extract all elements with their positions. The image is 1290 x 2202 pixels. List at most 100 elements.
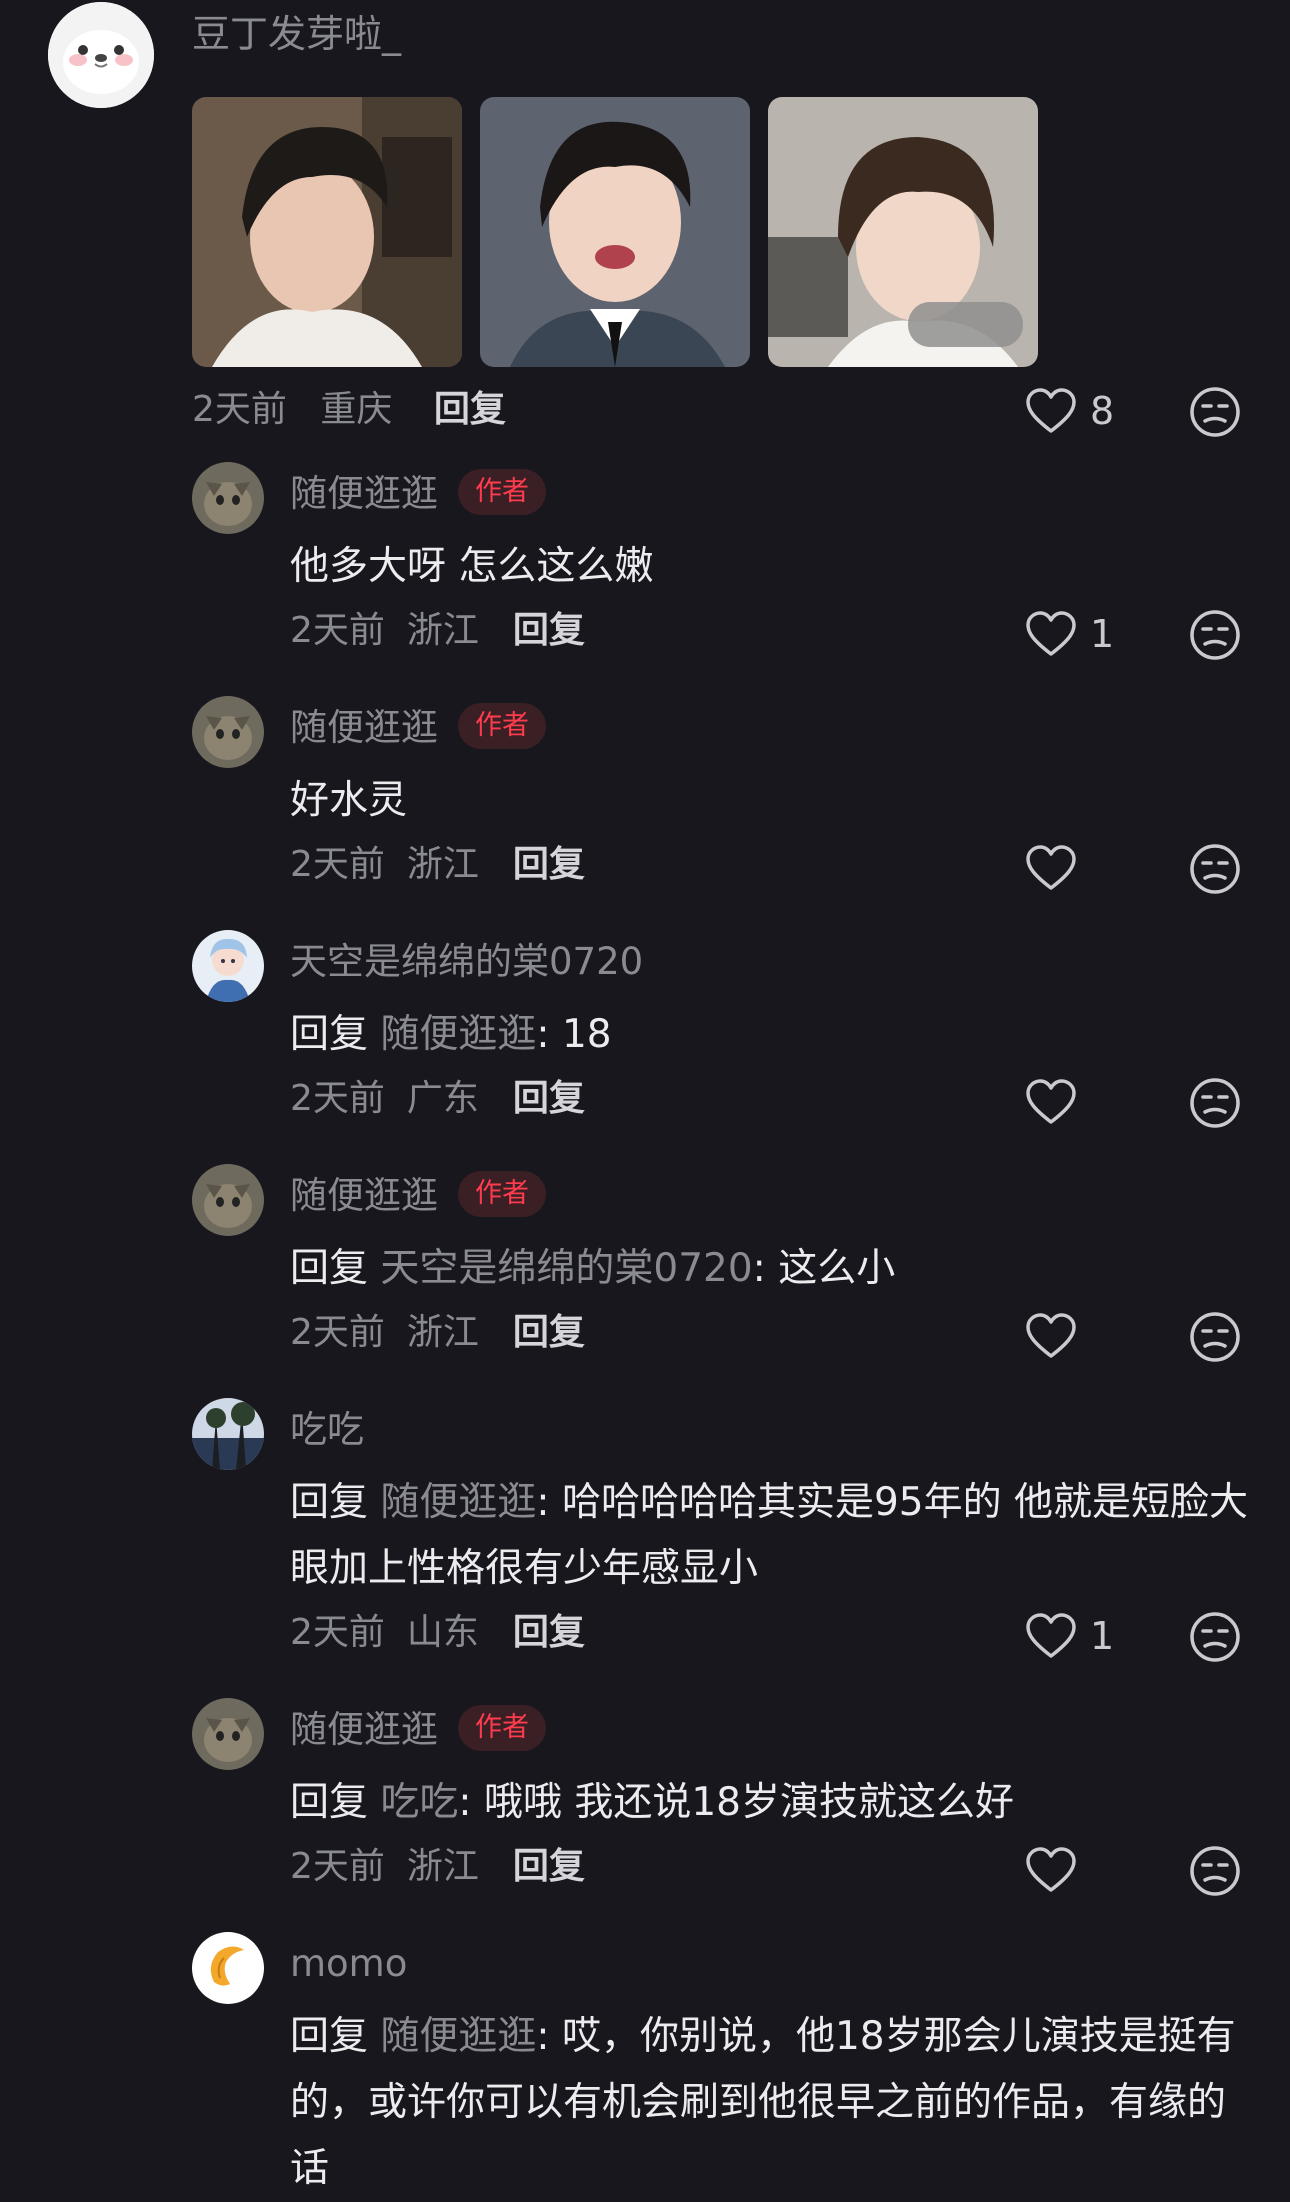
avatar[interactable] <box>192 462 264 534</box>
reply-time: 2天前 <box>290 844 385 885</box>
reply-username-row: 随便逛逛 作者 <box>290 468 546 520</box>
heart-outline-icon <box>1026 1613 1076 1658</box>
unamused-face-icon <box>1190 610 1240 660</box>
reply-target[interactable]: 随便逛逛 <box>380 2014 536 2059</box>
reply-target[interactable]: 天空是绵绵的棠0720 <box>380 1246 752 1291</box>
avatar[interactable] <box>192 696 264 768</box>
dislike-button[interactable] <box>1188 1310 1242 1364</box>
dislike-button[interactable] <box>1188 1610 1242 1664</box>
unamused-face-icon <box>1190 1846 1240 1896</box>
reply-text: 回复 随便逛逛: 哈哈哈哈哈其实是95年的 他就是短脸大眼加上性格很有少年感显小 <box>290 1470 1250 1602</box>
reply-location: 广东 <box>406 1078 479 1119</box>
reply-body: : 哦哦 我还说18岁演技就这么好 <box>458 1780 1014 1825</box>
comment-meta: 2天前 重庆 回复 <box>192 385 506 435</box>
reply-time: 2天前 <box>290 1846 385 1887</box>
reply-text: 回复 天空是绵绵的棠0720: 这么小 <box>290 1236 1250 1302</box>
reply-text: 好水灵 <box>290 768 1250 834</box>
like-count: 1 <box>1090 612 1115 656</box>
avatar[interactable] <box>192 1398 264 1470</box>
reply-button[interactable]: 回复 <box>513 1612 585 1653</box>
reply-time: 2天前 <box>290 610 385 651</box>
reply-text: 回复 随便逛逛: 18 <box>290 1002 1250 1068</box>
reply-meta: 2天前 浙江 回复 <box>290 840 585 890</box>
author-badge: 作者 <box>458 469 546 515</box>
reply-body: : 这么小 <box>752 1246 896 1291</box>
heart-outline-icon <box>1026 1079 1076 1124</box>
reply-body: 他多大呀 怎么这么嫩 <box>290 544 654 589</box>
reply-username-row: 吃吃 <box>290 1404 364 1456</box>
reply-button[interactable]: 回复 <box>513 610 585 651</box>
heart-outline-icon <box>1026 611 1076 656</box>
reply-meta: 2天前 广东 回复 <box>290 1074 585 1124</box>
reply-location: 浙江 <box>406 1846 479 1887</box>
dislike-button[interactable] <box>1188 385 1242 439</box>
avatar[interactable] <box>192 1164 264 1236</box>
dislike-button[interactable] <box>1188 608 1242 662</box>
reply-location: 浙江 <box>406 1312 479 1353</box>
dislike-button[interactable] <box>1188 1076 1242 1130</box>
unamused-face-icon <box>1190 387 1240 437</box>
comment-time: 2天前 <box>192 389 287 430</box>
reply-body: 好水灵 <box>290 778 408 823</box>
avatar[interactable] <box>192 930 264 1002</box>
reply-username[interactable]: 随便逛逛 <box>290 1708 438 1751</box>
reply-username[interactable]: 随便逛逛 <box>290 1174 438 1217</box>
reply-meta: 2天前 浙江 回复 <box>290 606 585 656</box>
dislike-button[interactable] <box>1188 842 1242 896</box>
comment-username[interactable]: 豆丁发芽啦_ <box>192 6 401 62</box>
like-button[interactable]: 1 <box>1024 1608 1124 1664</box>
heart-outline-icon <box>1026 1847 1076 1892</box>
reply-username[interactable]: momo <box>290 1942 407 1985</box>
comment-photo[interactable] <box>768 97 1038 367</box>
unamused-face-icon <box>1190 844 1240 894</box>
reply-time: 2天前 <box>290 1312 385 1353</box>
reply-username[interactable]: 随便逛逛 <box>290 706 438 749</box>
reply-target[interactable]: 吃吃 <box>380 1780 458 1825</box>
author-badge: 作者 <box>458 1705 546 1751</box>
unamused-face-icon <box>1190 1078 1240 1128</box>
reply-location: 山东 <box>406 1612 479 1653</box>
comment-photo[interactable] <box>192 97 462 367</box>
heart-outline-icon <box>1026 845 1076 890</box>
reply-meta: 2天前 浙江 回复 <box>290 1842 585 1892</box>
like-button[interactable] <box>1024 1308 1124 1364</box>
author-badge: 作者 <box>458 703 546 749</box>
reply-username[interactable]: 天空是绵绵的棠0720 <box>290 940 643 983</box>
like-button[interactable] <box>1024 1074 1124 1130</box>
reply-meta: 2天前 浙江 回复 <box>290 1308 585 1358</box>
like-button[interactable] <box>1024 840 1124 896</box>
croissant-avatar-icon <box>192 1932 264 2004</box>
like-count: 8 <box>1090 389 1115 433</box>
unamused-face-icon <box>1190 1612 1240 1662</box>
reply-button[interactable]: 回复 <box>434 389 506 430</box>
reply-text: 回复 吃吃: 哦哦 我还说18岁演技就这么好 <box>290 1770 1250 1836</box>
avatar[interactable] <box>192 1698 264 1770</box>
like-button[interactable]: 1 <box>1024 606 1124 662</box>
seal-avatar-icon <box>48 2 154 108</box>
reply-username-row: 天空是绵绵的棠0720 <box>290 936 643 988</box>
reply-button[interactable]: 回复 <box>513 1078 585 1119</box>
avatar[interactable] <box>192 1932 264 2004</box>
reply-location: 浙江 <box>406 610 479 651</box>
reply-button[interactable]: 回复 <box>513 844 585 885</box>
avatar[interactable] <box>48 2 154 108</box>
reply-time: 2天前 <box>290 1078 385 1119</box>
reply-target[interactable]: 随便逛逛 <box>380 1480 536 1525</box>
reply-location: 浙江 <box>406 844 479 885</box>
reply-time: 2天前 <box>290 1612 385 1653</box>
reply-button[interactable]: 回复 <box>513 1312 585 1353</box>
comment-photo[interactable] <box>480 97 750 367</box>
reply-target[interactable]: 随便逛逛 <box>380 1012 536 1057</box>
like-button[interactable] <box>1024 1842 1124 1898</box>
heart-outline-icon <box>1026 1313 1076 1358</box>
like-button[interactable]: 8 <box>1024 383 1124 439</box>
reply-button[interactable]: 回复 <box>513 1846 585 1887</box>
like-count: 1 <box>1090 1614 1115 1658</box>
reply-username[interactable]: 随便逛逛 <box>290 472 438 515</box>
reply-text: 他多大呀 怎么这么嫩 <box>290 534 1250 600</box>
reply-prefix: 回复 <box>290 2014 381 2059</box>
reply-prefix: 回复 <box>290 1780 381 1825</box>
comment-location: 重庆 <box>320 389 393 430</box>
dislike-button[interactable] <box>1188 1844 1242 1898</box>
reply-username[interactable]: 吃吃 <box>290 1408 364 1451</box>
